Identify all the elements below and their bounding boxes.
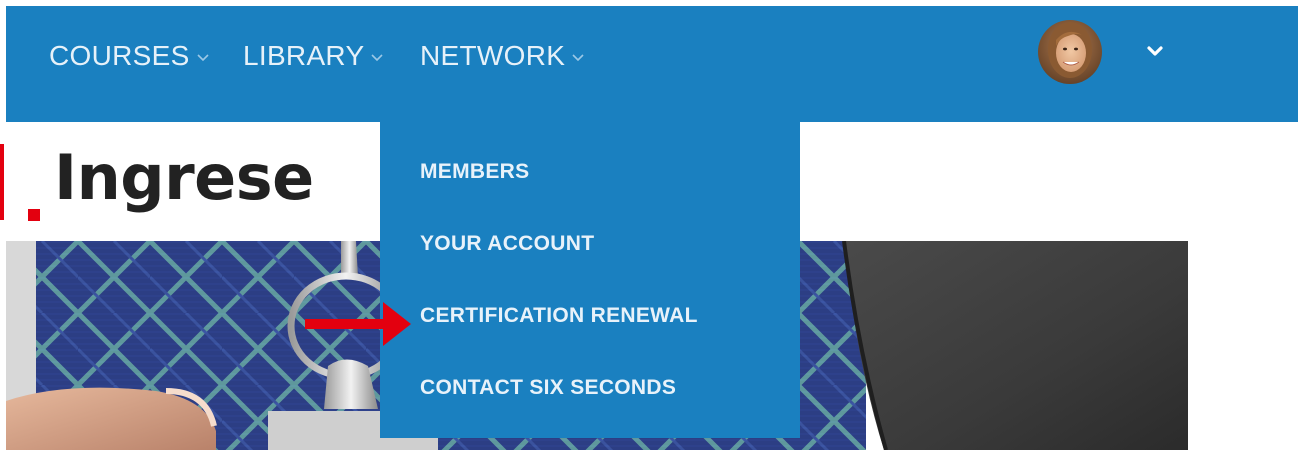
menu-item-certification-renewal[interactable]: CERTIFICATION RENEWAL (420, 301, 698, 331)
menu-item-your-account[interactable]: YOUR ACCOUNT (420, 229, 594, 259)
chevron-down-icon (572, 54, 584, 62)
nav-item-library[interactable]: LIBRARY (243, 36, 384, 76)
nav-item-label: NETWORK (420, 40, 566, 71)
title-accent-dot (28, 209, 40, 221)
arrow-right-icon (305, 302, 411, 346)
user-menu-chevron-icon[interactable] (1146, 44, 1164, 58)
chevron-down-icon (197, 54, 209, 62)
avatar-photo (1038, 20, 1102, 84)
menu-item-members[interactable]: MEMBERS (420, 157, 529, 187)
user-avatar[interactable] (1038, 20, 1102, 84)
nav-item-label: LIBRARY (243, 40, 365, 71)
nav-item-label: COURSES (49, 40, 190, 71)
network-dropdown-menu: MEMBERS YOUR ACCOUNT CERTIFICATION RENEW… (380, 120, 800, 438)
title-accent-bar (0, 144, 4, 220)
top-navbar: COURSES LIBRARY NETWORK (6, 6, 1298, 122)
nav-item-network[interactable]: NETWORK (420, 36, 585, 76)
menu-item-contact-six-seconds[interactable]: CONTACT SIX SECONDS (420, 373, 676, 403)
nav-item-courses[interactable]: COURSES (49, 36, 210, 76)
chevron-down-icon (371, 54, 383, 62)
page-title: Ingrese (54, 141, 314, 214)
